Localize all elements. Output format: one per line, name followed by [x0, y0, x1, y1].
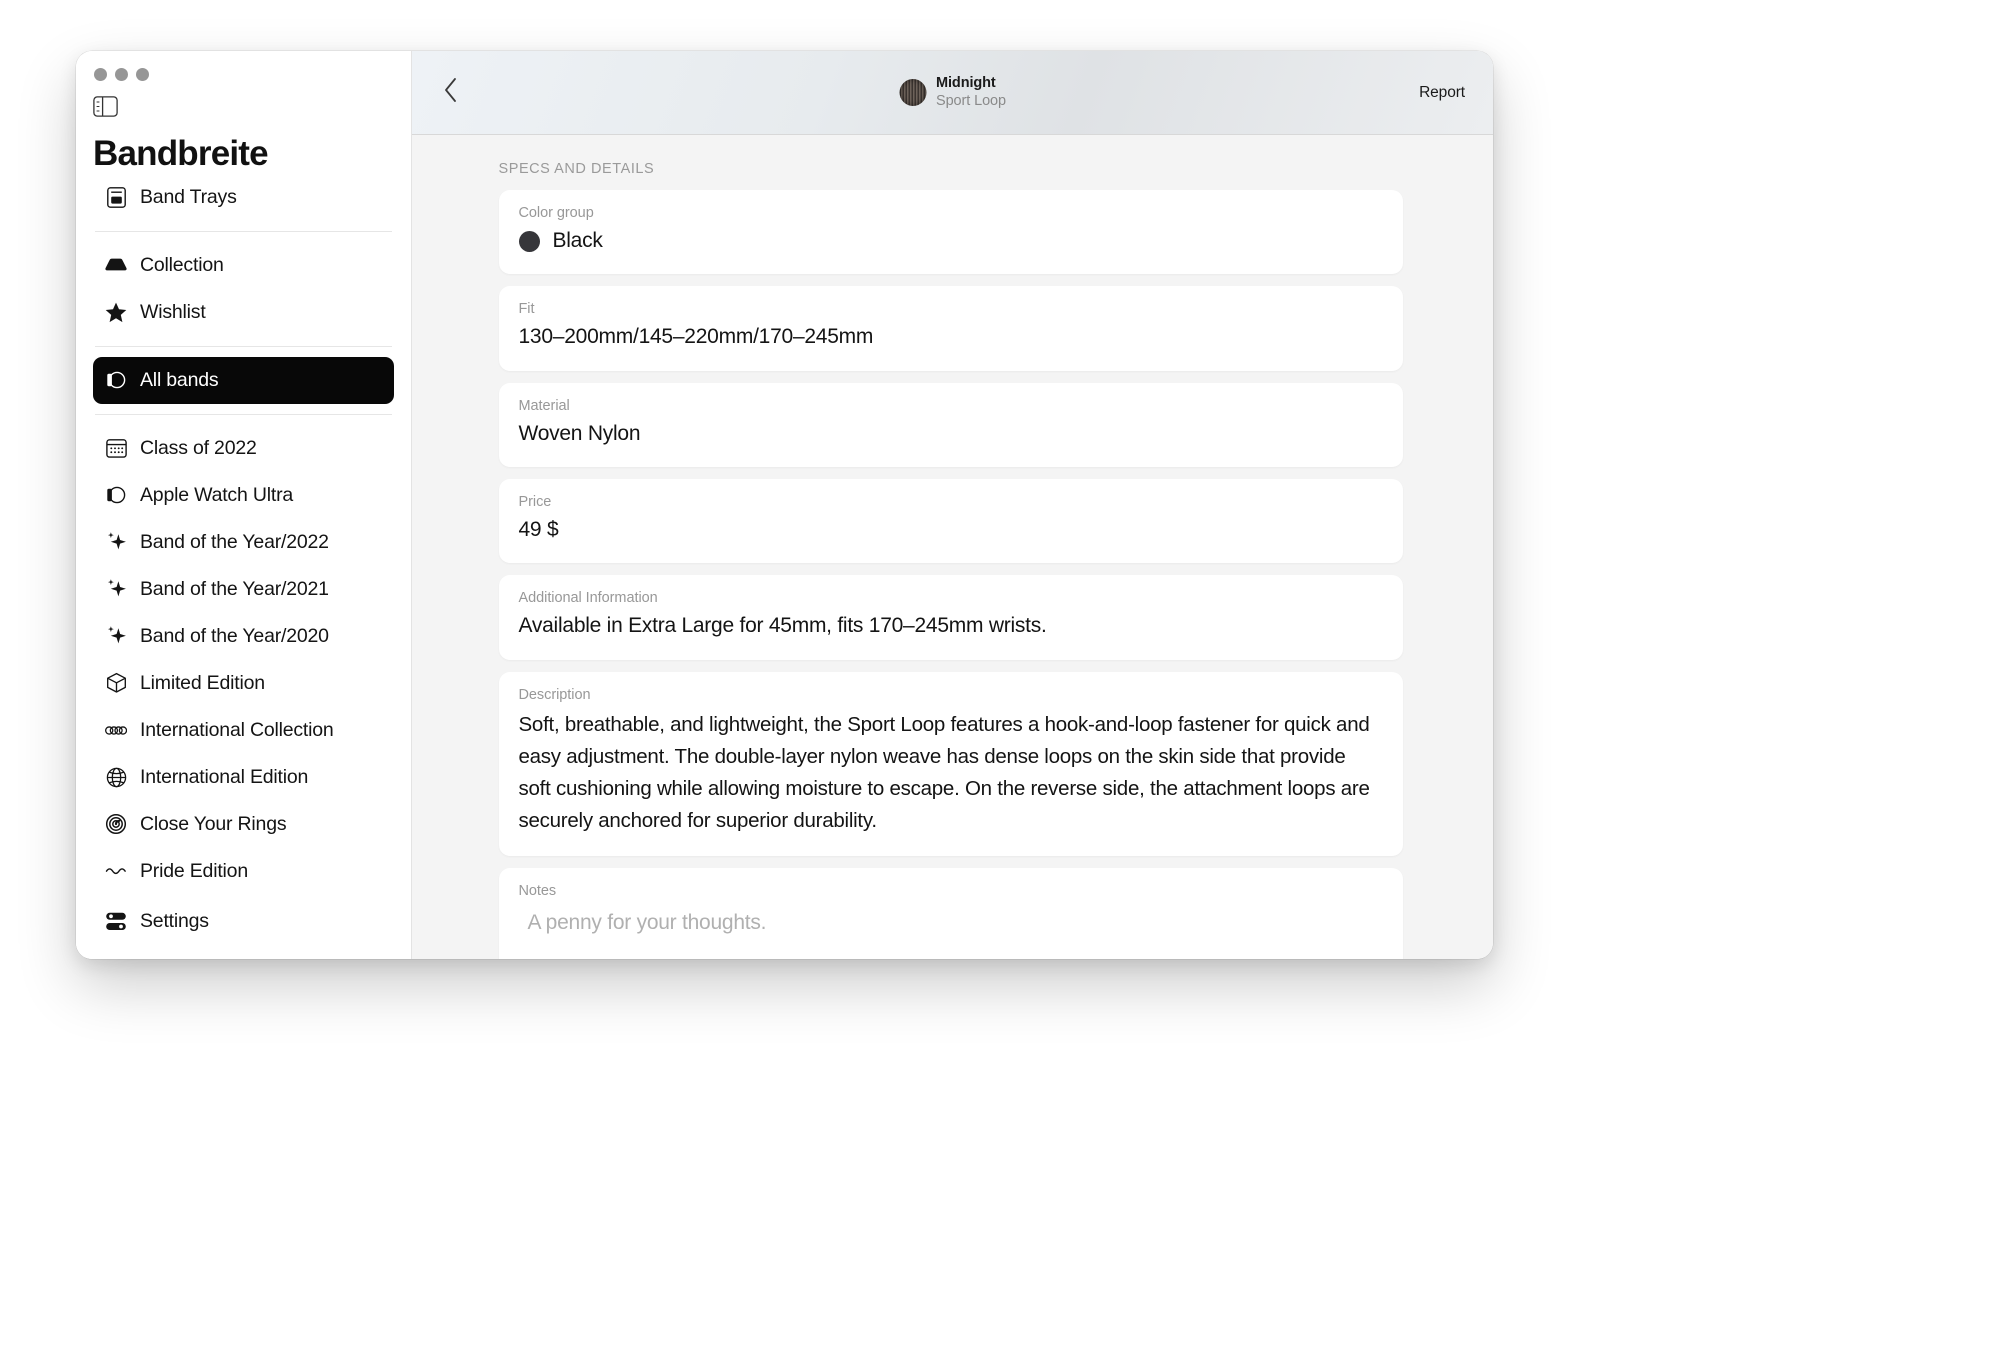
nav-group-all: All bands	[93, 357, 394, 404]
sparkle-icon	[105, 578, 127, 600]
sidebar-item-label: Close Your Rings	[140, 813, 286, 836]
cube-icon	[105, 672, 127, 694]
sidebar-item-close-your-rings[interactable]: Close Your Rings	[93, 801, 394, 848]
card-value: 130–200mm/145–220mm/170–245mm	[519, 323, 1383, 351]
calendar-icon	[105, 437, 127, 459]
sidebar-item-international-collection[interactable]: International Collection	[93, 707, 394, 754]
nav-divider	[95, 346, 392, 347]
sidebar-item-label: Limited Edition	[140, 672, 265, 695]
settings-sliders-icon	[105, 911, 127, 933]
band-tray-icon	[105, 186, 127, 208]
nav-divider	[95, 414, 392, 415]
sparkle-icon	[105, 625, 127, 647]
card-label: Price	[519, 494, 1383, 510]
card-label: Color group	[519, 205, 1383, 221]
nav-divider	[95, 231, 392, 232]
sidebar-item-label: Class of 2022	[140, 437, 257, 460]
star-icon	[105, 301, 127, 323]
activity-rings-icon	[105, 813, 127, 835]
sidebar-item-label: Settings	[140, 910, 209, 933]
sidebar-item-label: All bands	[140, 369, 218, 392]
sidebar-item-label: Collection	[140, 254, 224, 277]
sidebar-item-class-of-2022[interactable]: Class of 2022	[93, 425, 394, 472]
sidebar-item-label: Apple Watch Ultra	[140, 484, 293, 507]
sidebar-item-label: International Edition	[140, 766, 308, 789]
sidebar-item-collection[interactable]: Collection	[93, 242, 394, 289]
sidebar-item-limited-edition[interactable]: Limited Edition	[93, 660, 394, 707]
detail-header: Midnight Sport Loop Report	[412, 51, 1493, 135]
material-card[interactable]: Material Woven Nylon	[499, 383, 1403, 467]
detail-body: SPECS AND DETAILS Color group Black Fit …	[412, 135, 1493, 959]
sidebar-item-settings[interactable]: Settings	[93, 898, 394, 945]
card-value: 49 $	[519, 516, 1383, 544]
sidebar-nav: Band Trays Collection	[76, 174, 411, 925]
sidebar-item-pride-edition[interactable]: Pride Edition	[93, 848, 394, 895]
chevron-left-icon	[443, 77, 459, 108]
zoom-button[interactable]	[136, 68, 149, 81]
color-group-card[interactable]: Color group Black	[499, 190, 1403, 274]
color-swatch	[519, 231, 540, 252]
card-value: Woven Nylon	[519, 420, 1383, 448]
minimize-button[interactable]	[115, 68, 128, 81]
additional-information-card[interactable]: Additional Information Available in Extr…	[499, 575, 1403, 659]
description-card[interactable]: Description Soft, breathable, and lightw…	[499, 672, 1403, 856]
sidebar-item-label: Band of the Year/2022	[140, 531, 329, 554]
sidebar-item-band-of-the-year-2021[interactable]: Band of the Year/2021	[93, 566, 394, 613]
sidebar-item-label: Band Trays	[140, 186, 237, 209]
globe-icon	[105, 766, 127, 788]
report-button[interactable]: Report	[1419, 84, 1465, 102]
card-label: Fit	[519, 301, 1383, 317]
specs-column: SPECS AND DETAILS Color group Black Fit …	[499, 161, 1403, 959]
price-card[interactable]: Price 49 $	[499, 479, 1403, 563]
watch-band-icon	[105, 369, 127, 391]
band-name: Midnight	[936, 75, 1006, 92]
sidebar-item-all-bands[interactable]: All bands	[93, 357, 394, 404]
sidebar-item-band-trays[interactable]: Band Trays	[93, 174, 394, 221]
notes-card[interactable]: Notes A penny for your thoughts.	[499, 868, 1403, 959]
nav-group-categories: Class of 2022 Apple Watch Ultra	[93, 425, 394, 895]
card-value: Black	[553, 227, 603, 255]
sidebar: Bandbreite Band Trays	[76, 51, 412, 959]
sidebar-item-label: Band of the Year/2020	[140, 625, 329, 648]
band-thumbnail	[899, 79, 926, 106]
sidebar-footer: Settings	[76, 898, 411, 959]
back-button[interactable]	[434, 76, 468, 110]
fit-card[interactable]: Fit 130–200mm/145–220mm/170–245mm	[499, 286, 1403, 370]
sidebar-item-apple-watch-ultra[interactable]: Apple Watch Ultra	[93, 472, 394, 519]
app-window: Bandbreite Band Trays	[76, 51, 1493, 959]
band-subtitle: Sport Loop	[936, 93, 1006, 110]
nav-group-trays: Band Trays	[93, 174, 394, 221]
wave-icon	[105, 860, 127, 882]
color-value-row: Black	[519, 227, 1383, 255]
sidebar-item-band-of-the-year-2020[interactable]: Band of the Year/2020	[93, 613, 394, 660]
sparkle-icon	[105, 531, 127, 553]
card-label: Notes	[519, 883, 1383, 899]
card-value: Available in Extra Large for 45mm, fits …	[519, 612, 1383, 640]
close-button[interactable]	[94, 68, 107, 81]
header-titles: Midnight Sport Loop	[936, 75, 1006, 109]
card-label: Additional Information	[519, 590, 1383, 606]
sidebar-item-label: Band of the Year/2021	[140, 578, 329, 601]
detail-pane: Midnight Sport Loop Report SPECS AND DET…	[412, 51, 1493, 959]
section-label: SPECS AND DETAILS	[499, 161, 1403, 177]
rings-icon	[105, 719, 127, 741]
page-title: Bandbreite	[76, 117, 411, 174]
card-label: Material	[519, 398, 1383, 414]
notes-input[interactable]: A penny for your thoughts.	[519, 905, 1383, 935]
watch-band-icon	[105, 484, 127, 506]
card-label: Description	[519, 687, 1383, 703]
sidebar-item-label: Pride Edition	[140, 860, 248, 883]
sidebar-toggle-icon[interactable]	[93, 96, 118, 117]
window-traffic-lights	[76, 51, 411, 87]
tray-icon	[105, 254, 127, 276]
sidebar-item-wishlist[interactable]: Wishlist	[93, 289, 394, 336]
nav-group-library: Collection Wishlist	[93, 242, 394, 336]
card-value: Soft, breathable, and lightweight, the S…	[519, 709, 1383, 837]
header-band-identity: Midnight Sport Loop	[899, 75, 1006, 109]
sidebar-item-international-edition[interactable]: International Edition	[93, 754, 394, 801]
sidebar-item-band-of-the-year-2022[interactable]: Band of the Year/2022	[93, 519, 394, 566]
sidebar-item-label: International Collection	[140, 719, 334, 742]
sidebar-item-label: Wishlist	[140, 301, 206, 324]
